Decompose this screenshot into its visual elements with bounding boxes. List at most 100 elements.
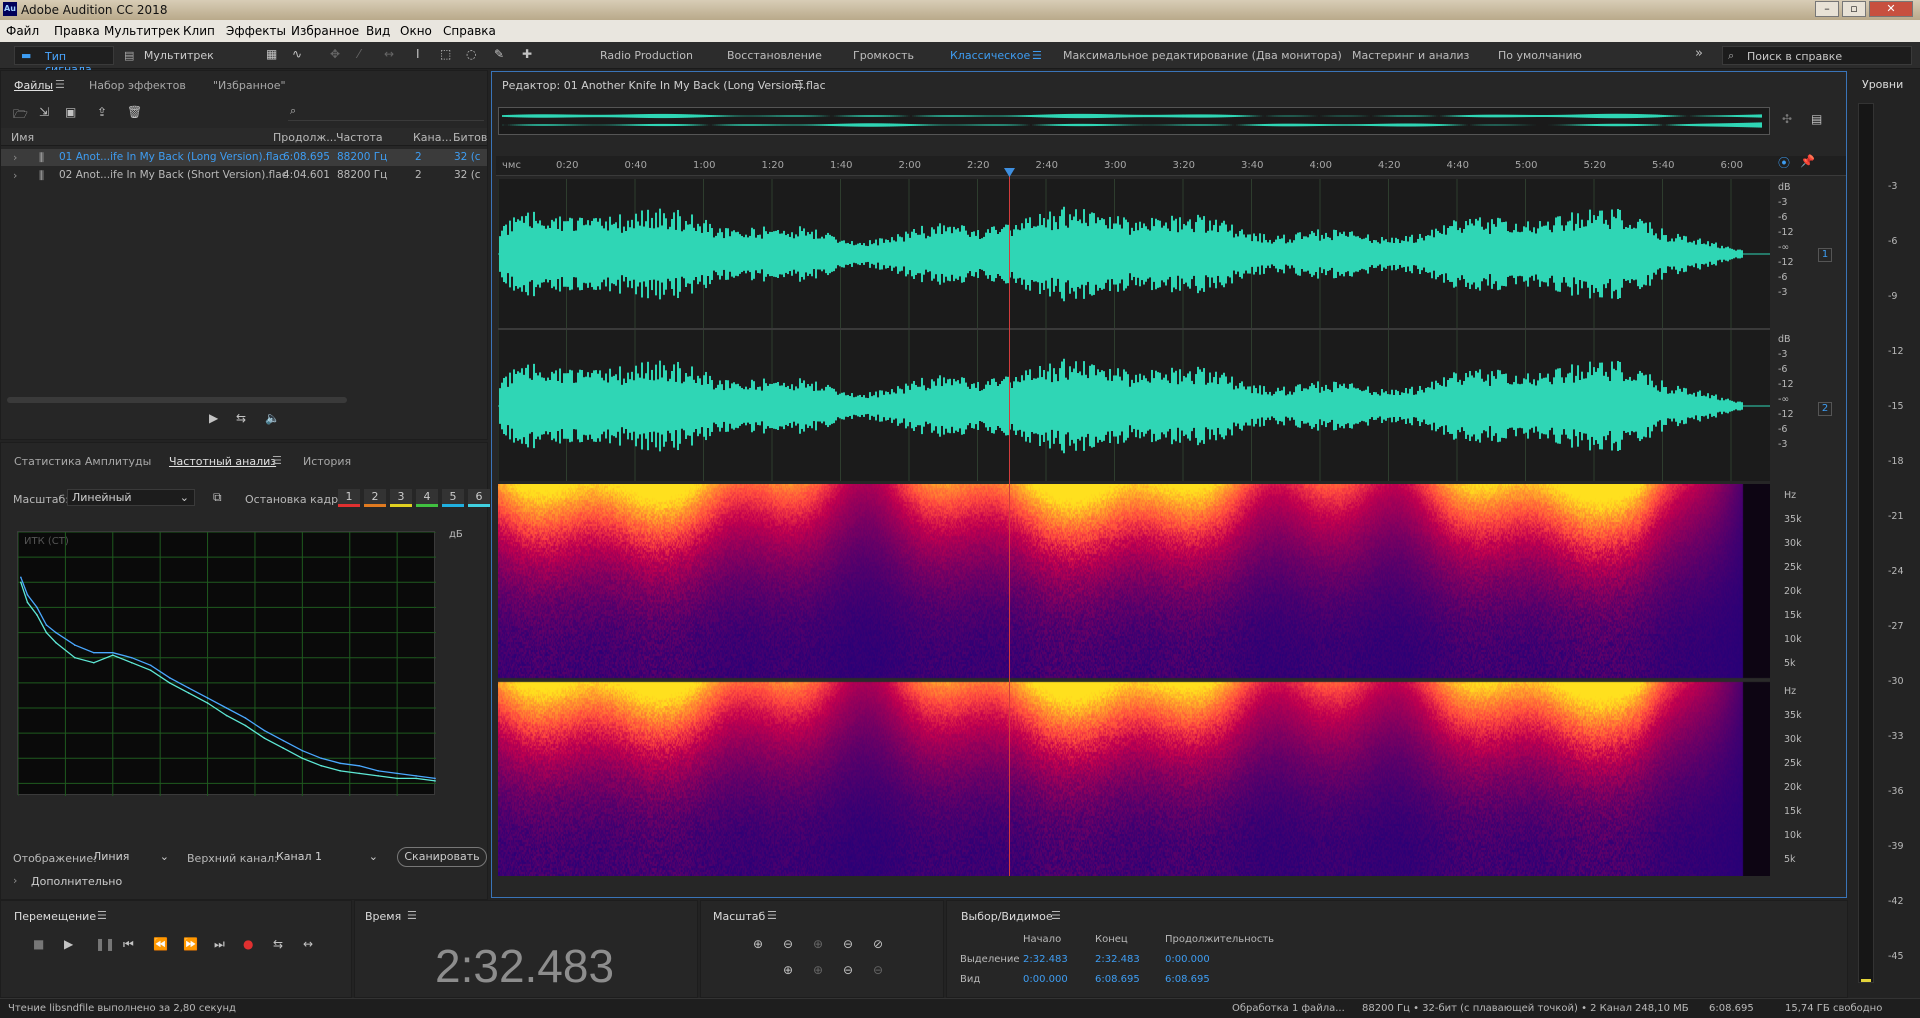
view-duration-field[interactable]: 6:08.695 <box>1165 974 1210 985</box>
selection-end-field[interactable]: 2:32.483 <box>1095 954 1140 965</box>
menu-file[interactable]: Файл <box>6 24 39 38</box>
freeze-button-3[interactable]: 3 <box>390 489 412 507</box>
time-menu-icon[interactable]: ☰ <box>407 909 417 922</box>
selection-menu-icon[interactable]: ☰ <box>1051 909 1061 922</box>
workspace-max-edit[interactable]: Максимальное редактирование (Два монитор… <box>1063 49 1342 62</box>
freeze-button-6[interactable]: 6 <box>468 489 490 507</box>
menu-favorites[interactable]: Избранное <box>291 24 359 38</box>
autoplay-icon[interactable]: 🔈 <box>265 411 280 425</box>
zoom-nav-icon[interactable]: ✣ <box>1782 112 1792 126</box>
tab-favorites[interactable]: "Избранное" <box>213 79 286 92</box>
expand-icon[interactable]: › <box>13 169 17 182</box>
expand-icon[interactable]: › <box>13 151 17 164</box>
workspace-classic[interactable]: Классическое <box>950 49 1030 62</box>
files-scrollbar[interactable] <box>7 397 347 403</box>
zoom-menu-icon[interactable]: ☰ <box>767 909 777 922</box>
freeze-button-4[interactable]: 4 <box>416 489 438 507</box>
open-file-icon[interactable]: 🗁 <box>13 105 28 126</box>
record-icon[interactable]: ● <box>243 937 253 951</box>
menu-effects[interactable]: Эффекты <box>226 24 286 38</box>
display-select[interactable]: Линия ⌄ <box>88 848 172 865</box>
overview-bar[interactable] <box>498 107 1770 135</box>
slip-tool-icon[interactable]: ↔ <box>384 47 394 61</box>
zoom-to-out-point-icon[interactable]: ⊖ <box>843 963 853 977</box>
delete-icon[interactable]: 🗑 <box>127 105 142 119</box>
files-menu-icon[interactable]: ☰ <box>55 78 65 91</box>
channel-2-badge[interactable]: 2 <box>1818 402 1832 416</box>
playhead[interactable] <box>1009 176 1010 876</box>
razor-tool-icon[interactable]: ⁄ <box>358 47 360 61</box>
overview-toggle-icon[interactable]: ▤ <box>1811 112 1822 126</box>
time-ruler[interactable]: чмс 0:20 0:40 1:00 1:20 1:40 2:00 2:20 2:40 3:00… <box>496 156 1846 176</box>
channel-1-badge[interactable]: 1 <box>1818 248 1832 262</box>
freeze-button-5[interactable]: 5 <box>442 489 464 507</box>
play-icon[interactable]: ▶ <box>64 937 73 951</box>
insert-icon[interactable]: ⇪ <box>97 105 107 119</box>
workspace-menu-icon[interactable]: ☰ <box>1032 49 1042 62</box>
fast-forward-icon[interactable]: ⏩ <box>183 937 198 951</box>
close-button[interactable]: ✕ <box>1869 1 1913 17</box>
workspace-default[interactable]: По умолчанию <box>1498 49 1582 62</box>
healing-tool-icon[interactable]: ✚ <box>522 47 532 61</box>
new-file-icon[interactable]: ▣ <box>65 105 76 119</box>
workspace-mastering[interactable]: Мастеринг и анализ <box>1352 49 1469 62</box>
menu-clip[interactable]: Клип <box>183 24 215 38</box>
maximize-button[interactable]: ▫ <box>1842 1 1866 17</box>
stop-icon[interactable]: ■ <box>33 937 44 951</box>
tab-amplitude-stats[interactable]: Статистика Амплитуды <box>14 455 151 468</box>
workspace-restoration[interactable]: Восстановление <box>727 49 822 62</box>
zoom-to-fit-icon[interactable]: ⊖ <box>873 963 883 977</box>
zoom-out-amplitude-icon[interactable]: ⊖ <box>783 937 793 951</box>
table-row[interactable]: › ⫼ 01 Anot...ife In My Back (Long Versi… <box>1 149 487 166</box>
files-search-field[interactable]: ⌕ <box>288 103 484 121</box>
waveform-mode-button[interactable]: ▬ Тип сигнала <box>14 46 114 76</box>
scale-select[interactable]: Линейный ⌄ <box>67 489 195 506</box>
zoom-selection-icon[interactable]: ⊕ <box>783 963 793 977</box>
menu-edit[interactable]: Правка <box>54 24 100 38</box>
workspace-loudness[interactable]: Громкость <box>853 49 914 62</box>
skip-back-icon[interactable]: ⏮ <box>123 937 134 952</box>
more-workspaces-icon[interactable]: » <box>1695 46 1703 61</box>
transport-menu-icon[interactable]: ☰ <box>97 909 107 922</box>
lasso-tool-icon[interactable]: ◌ <box>466 47 476 61</box>
tab-history[interactable]: История <box>303 455 351 468</box>
multitrack-mode-button[interactable]: ▤ Мультитрек <box>124 49 214 62</box>
move-tool-icon[interactable]: ✥ <box>330 47 340 61</box>
advanced-expand-icon[interactable]: › <box>13 874 17 887</box>
copy-icon[interactable]: ⧉ <box>213 490 222 505</box>
zoom-to-in-point-icon[interactable]: ⊕ <box>813 963 823 977</box>
view-start-field[interactable]: 0:00.000 <box>1023 974 1068 985</box>
channel-select[interactable]: Канал 1 ⌄ <box>271 848 381 865</box>
menu-view[interactable]: Вид <box>366 24 390 38</box>
loop-playback-icon[interactable]: ⇆ <box>273 937 283 951</box>
zoom-out-full-icon[interactable]: ⊘ <box>873 937 883 951</box>
tab-frequency-analysis[interactable]: Частотный анализ <box>169 455 276 468</box>
snap-icon[interactable]: ⦿ <box>1778 154 1790 171</box>
freeze-button-2[interactable]: 2 <box>364 489 386 507</box>
workspace-radio-production[interactable]: Radio Production <box>600 49 693 62</box>
waveform-display-icon[interactable]: ∿ <box>292 47 302 61</box>
scan-button[interactable]: Сканировать <box>397 847 487 867</box>
minimize-button[interactable]: – <box>1815 1 1839 17</box>
editor-menu-icon[interactable]: ☰ <box>794 78 804 91</box>
advanced-section[interactable]: Дополнительно <box>31 875 122 888</box>
col-name[interactable]: Имя <box>11 131 34 144</box>
selection-start-field[interactable]: 2:32.483 <box>1023 954 1068 965</box>
col-rate[interactable]: Частота <box>336 131 383 144</box>
freeze-button-1[interactable]: 1 <box>338 489 360 507</box>
zoom-in-amplitude-icon[interactable]: ⊕ <box>753 937 763 951</box>
col-bits[interactable]: Битов <box>453 131 487 144</box>
waveform-view[interactable] <box>498 179 1770 481</box>
col-duration[interactable]: Продолж... <box>273 131 337 144</box>
menu-window[interactable]: Окно <box>400 24 432 38</box>
menu-help[interactable]: Справка <box>443 24 496 38</box>
tab-effects-rack[interactable]: Набор эффектов <box>89 79 186 92</box>
pin-icon[interactable]: 📌 <box>1800 154 1815 168</box>
analysis-menu-icon[interactable]: ☰ <box>272 454 282 467</box>
loop-icon[interactable]: ⇆ <box>236 411 246 425</box>
pause-icon[interactable]: ❚❚ <box>95 937 115 951</box>
tab-files[interactable]: Файлы <box>14 79 53 92</box>
rewind-icon[interactable]: ⏪ <box>153 937 168 951</box>
zoom-in-time-icon[interactable]: ⊕ <box>813 937 823 951</box>
skip-forward-icon[interactable]: ⏭ <box>214 937 225 952</box>
